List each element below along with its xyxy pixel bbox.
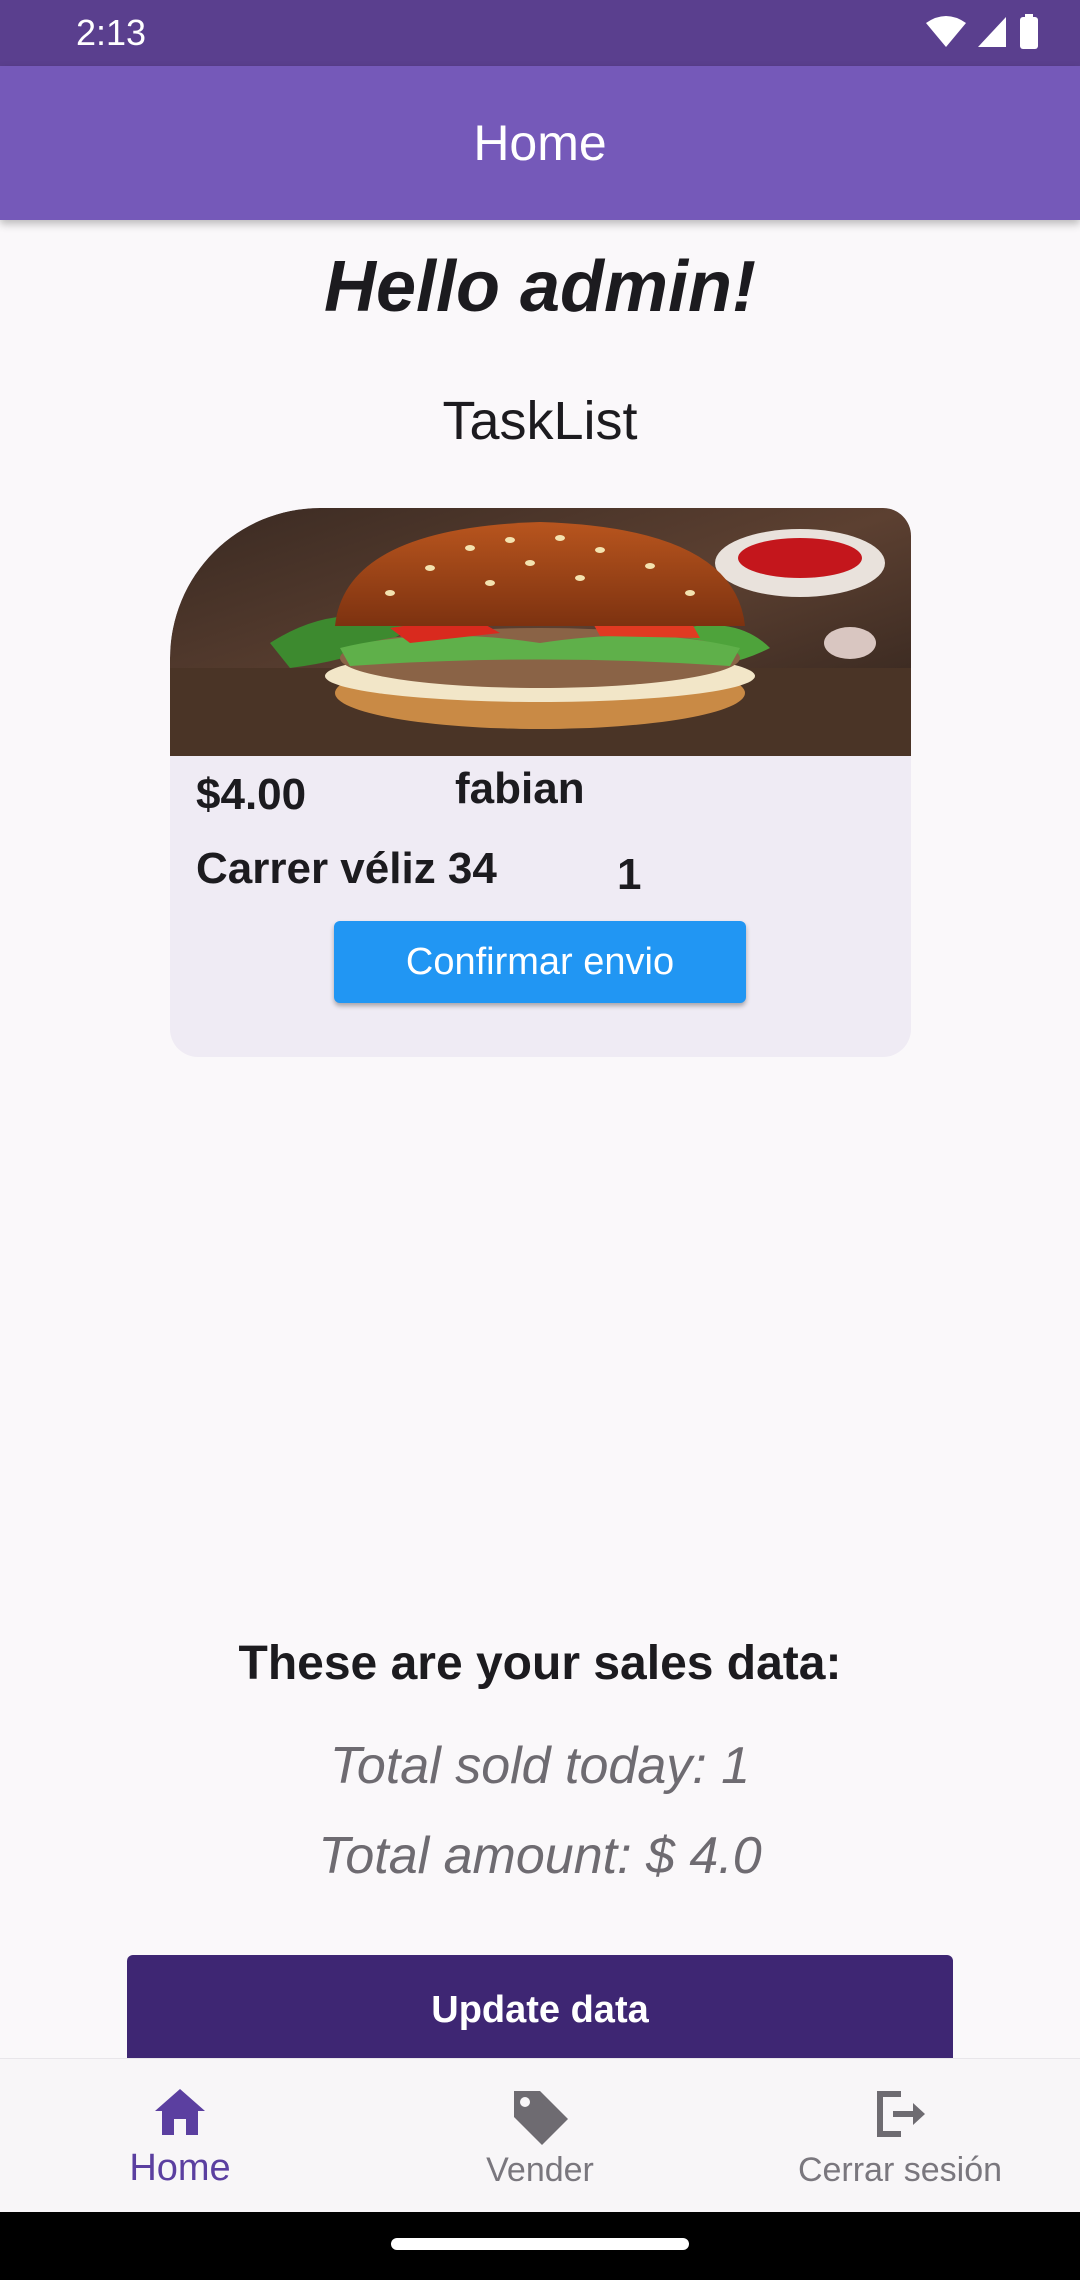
bottom-nav: Home Vender Cerrar sesión bbox=[0, 2058, 1080, 2212]
nav-item-logout[interactable]: Cerrar sesión bbox=[720, 2059, 1080, 2213]
order-customer: fabian bbox=[455, 764, 585, 813]
status-bar: 2:13 bbox=[0, 0, 1080, 66]
page-title: Home bbox=[473, 115, 607, 171]
sales-heading: These are your sales data: bbox=[238, 1637, 842, 1690]
greeting: Hello admin! bbox=[323, 247, 757, 327]
app-bar: Home bbox=[0, 66, 1080, 220]
signal-icon bbox=[978, 17, 1006, 47]
order-quantity: 1 bbox=[617, 850, 642, 899]
section-title: TaskList bbox=[442, 391, 638, 451]
update-data-button[interactable]: Update data bbox=[127, 1955, 953, 2065]
tag-icon bbox=[514, 2091, 568, 2145]
order-card: $4.00 fabian Carrer véliz 34 1 Confirmar… bbox=[170, 508, 911, 1057]
total-sold-today: Total sold today: 1 bbox=[329, 1737, 751, 1795]
logout-icon bbox=[877, 2091, 925, 2137]
system-nav-bar bbox=[0, 2212, 1080, 2280]
order-price: $4.00 bbox=[196, 770, 307, 819]
status-time: 2:13 bbox=[76, 12, 147, 53]
nav-label-vender: Vender bbox=[486, 2151, 594, 2189]
burger-photo bbox=[170, 508, 911, 756]
gesture-handle[interactable] bbox=[391, 2238, 689, 2250]
order-address: Carrer véliz 34 bbox=[196, 844, 497, 893]
total-amount: Total amount: $ 4.0 bbox=[318, 1827, 762, 1885]
status-icons bbox=[926, 14, 1040, 50]
nav-item-vender[interactable]: Vender bbox=[360, 2059, 720, 2213]
nav-label-logout: Cerrar sesión bbox=[797, 2151, 1003, 2189]
wifi-icon bbox=[926, 16, 966, 47]
battery-icon bbox=[1020, 14, 1038, 49]
confirm-shipping-button[interactable]: Confirmar envio bbox=[334, 921, 746, 1003]
home-icon bbox=[155, 2089, 205, 2135]
nav-item-home[interactable]: Home bbox=[0, 2059, 360, 2213]
nav-label-home: Home bbox=[129, 2147, 231, 2189]
